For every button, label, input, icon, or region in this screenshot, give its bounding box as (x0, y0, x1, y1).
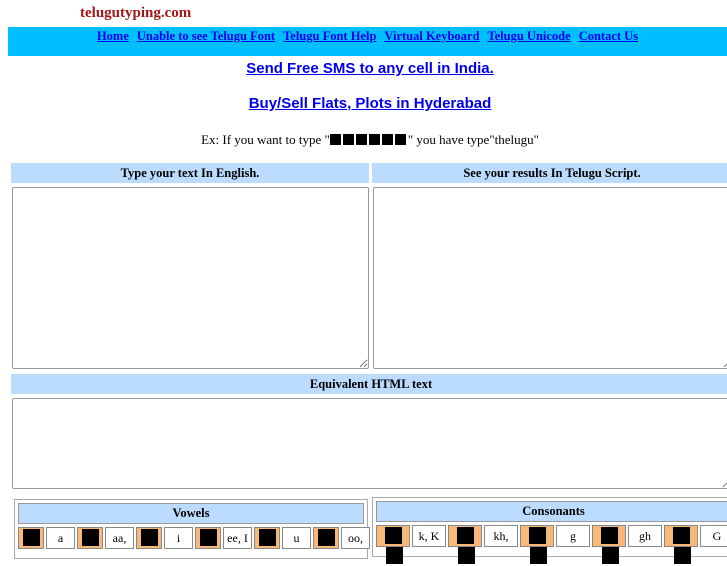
consonants-title: Consonants (376, 501, 727, 522)
vowels-key: u (282, 527, 311, 549)
vowels-title: Vowels (18, 503, 364, 524)
telugu-glyphs (329, 132, 408, 147)
nav-virtual-keyboard[interactable]: Virtual Keyboard (384, 29, 479, 43)
consonants-key: G (700, 525, 727, 547)
consonants-key: k, K (412, 525, 446, 547)
english-header: Type your text In English. (11, 163, 369, 183)
vowels-glyph[interactable] (77, 527, 103, 549)
consonants-glyph[interactable] (376, 525, 410, 564)
consonants-key: gh (628, 525, 662, 547)
vowels-key: a (46, 527, 75, 549)
consonants-key: kh, (484, 525, 518, 547)
vowels-glyph[interactable] (18, 527, 44, 549)
vowels-table: Vowels a aa, i ee, I u oo, (14, 499, 370, 559)
nav-unable-to-see-font[interactable]: Unable to see Telugu Font (137, 29, 275, 43)
flats-link[interactable]: Buy/Sell Flats, Plots in Hyderabad (249, 95, 492, 112)
vowels-key: oo, (341, 527, 370, 549)
html-output[interactable] (12, 398, 727, 489)
consonants-row: k, K kh, g gh G (376, 525, 727, 564)
nav-bar: Home Unable to see Telugu Font Telugu Fo… (8, 27, 727, 56)
vowels-row: a aa, i ee, I u oo, (18, 527, 370, 549)
sms-promo: Send Free SMS to any cell in India. (0, 60, 727, 77)
vowels-glyph[interactable] (136, 527, 162, 549)
example-prefix: Ex: If you want to type " (201, 132, 330, 147)
nav-home[interactable]: Home (97, 29, 129, 43)
vowels-key: i (164, 527, 193, 549)
consonants-glyph[interactable] (520, 525, 554, 564)
vowels-glyph[interactable] (195, 527, 221, 549)
example-text: Ex: If you want to type " " you have type… (0, 132, 727, 148)
flats-promo: Buy/Sell Flats, Plots in Hyderabad (0, 95, 727, 112)
telugu-output[interactable] (373, 187, 727, 369)
vowels-glyph[interactable] (254, 527, 280, 549)
example-suffix: " you have type"thelugu" (407, 132, 539, 147)
consonants-glyph[interactable] (592, 525, 626, 564)
consonants-glyph[interactable] (448, 525, 482, 564)
nav-font-help[interactable]: Telugu Font Help (283, 29, 376, 43)
vowels-key: aa, (105, 527, 134, 549)
vowels-key: ee, I (223, 527, 252, 549)
consonants-glyph[interactable] (664, 525, 698, 564)
vowels-glyph[interactable] (313, 527, 339, 549)
telugu-header: See your results In Telugu Script. (372, 163, 727, 183)
nav-telugu-unicode[interactable]: Telugu Unicode (487, 29, 570, 43)
consonants-key: g (556, 525, 590, 547)
sms-link[interactable]: Send Free SMS to any cell in India. (246, 60, 494, 77)
html-header: Equivalent HTML text (11, 374, 727, 394)
nav-contact-us[interactable]: Contact Us (579, 29, 638, 43)
consonants-table: Consonants k, K kh, g gh G (372, 497, 727, 564)
site-title: telugutyping.com (80, 5, 192, 21)
english-input[interactable] (12, 187, 369, 369)
